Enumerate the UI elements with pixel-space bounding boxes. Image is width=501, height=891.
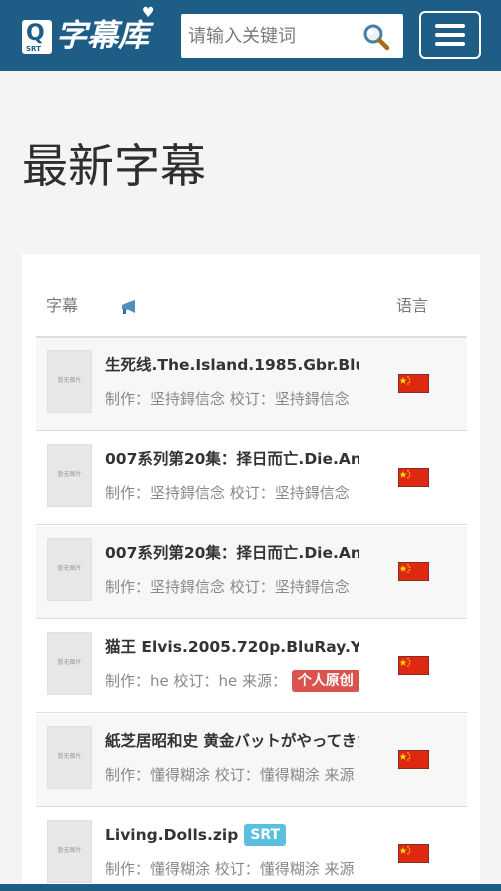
china-flag-icon <box>398 562 429 581</box>
thumbnail-placeholder: 暂无图片 <box>47 444 92 507</box>
china-flag-icon <box>398 844 429 863</box>
china-flag-icon <box>398 750 429 769</box>
subtitle-title-link[interactable]: Living.Dolls.zip <box>105 826 238 844</box>
subtitle-title-link[interactable]: 猫王 Elvis.2005.720p.BluRay.YTS. <box>105 636 359 658</box>
search-input[interactable] <box>181 14 357 58</box>
hamburger-icon <box>435 42 465 46</box>
table-row[interactable]: 暂无图片 猫王 Elvis.2005.720p.BluRay.YTS. 制作：h… <box>36 620 467 713</box>
subtitle-cell: Living.Dolls.zip SRT 制作：懂得糊涂 校订：懂得糊涂 来源 <box>105 820 359 890</box>
table-row[interactable]: 暂无图片 007系列第20集：择日而亡.Die.Another 制作：坚持鍀信念… <box>36 526 467 619</box>
table-row[interactable]: 暂无图片 生死线.The.Island.1985.Gbr.BluRay 制作：坚… <box>36 338 467 431</box>
original-badge: 个人原创 <box>291 670 359 692</box>
site-logo[interactable]: Q SRT 字幕库 ♥ <box>22 6 162 58</box>
china-flag-icon <box>398 374 429 393</box>
thumbnail-placeholder: 暂无图片 <box>47 632 92 695</box>
subtitle-title-link[interactable]: 007系列第20集：择日而亡.Die.Another <box>105 542 359 564</box>
top-navbar: Q SRT 字幕库 ♥ <box>0 0 501 71</box>
subtitle-table: 字幕 语言 暂无图片 生死线.The.Island.1985.Gbr.BluRa… <box>22 254 480 891</box>
logo-letter: Q <box>26 21 45 46</box>
megaphone-icon <box>120 298 138 316</box>
logo-text: 字幕库 <box>56 18 149 54</box>
subtitle-title-link[interactable]: 生死线.The.Island.1985.Gbr.BluRay <box>105 354 359 376</box>
logo-badge: Q SRT <box>22 20 52 54</box>
subtitle-title-link[interactable]: 007系列第20集：择日而亡.Die.Another <box>105 448 359 470</box>
subtitle-meta: 制作：坚持鍀信念 校订：坚持鍀信念 <box>105 484 350 502</box>
subtitle-title-link[interactable]: 紙芝居昭和史 黄金バットがやってきた <box>105 730 359 752</box>
subtitle-cell: 紙芝居昭和史 黄金バットがやってきた 制作：懂得糊涂 校订：懂得糊涂 来源 <box>105 726 359 796</box>
table-row[interactable]: 暂无图片 007系列第20集：择日而亡.Die.Another 制作：坚持鍀信念… <box>36 432 467 525</box>
format-badge: SRT <box>244 824 287 846</box>
table-row[interactable]: 暂无图片 Living.Dolls.zip SRT 制作：懂得糊涂 校订：懂得糊涂… <box>36 808 467 891</box>
search-box <box>181 14 403 58</box>
china-flag-icon <box>398 656 429 675</box>
logo-srt-label: SRT <box>26 45 41 53</box>
subtitle-cell: 007系列第20集：择日而亡.Die.Another 制作：坚持鍀信念 校订：坚… <box>105 444 359 514</box>
page-title: 最新字幕 <box>22 139 206 193</box>
hamburger-icon <box>435 33 465 37</box>
thumbnail-placeholder: 暂无图片 <box>47 538 92 601</box>
search-icon[interactable] <box>361 22 391 52</box>
subtitle-meta: 制作：懂得糊涂 校订：懂得糊涂 来源 <box>105 766 355 784</box>
subtitle-meta: 制作：he 校订：he 来源： 个人原创 <box>105 670 359 692</box>
thumbnail-placeholder: 暂无图片 <box>47 350 92 413</box>
table-header: 字幕 语言 <box>36 254 467 338</box>
table-row[interactable]: 暂无图片 紙芝居昭和史 黄金バットがやってきた 制作：懂得糊涂 校订：懂得糊涂 … <box>36 714 467 807</box>
subtitle-meta: 制作：坚持鍀信念 校订：坚持鍀信念 <box>105 578 350 596</box>
china-flag-icon <box>398 468 429 487</box>
subtitle-meta: 制作：坚持鍀信念 校订：坚持鍀信念 <box>105 390 350 408</box>
menu-button[interactable] <box>419 11 481 59</box>
bottom-edge <box>0 884 501 891</box>
subtitle-cell: 007系列第20集：择日而亡.Die.Another 制作：坚持鍀信念 校订：坚… <box>105 538 359 608</box>
column-header-subtitle: 字幕 <box>46 296 79 315</box>
thumbnail-placeholder: 暂无图片 <box>47 820 92 883</box>
column-header-language: 语言 <box>396 296 429 315</box>
hamburger-icon <box>435 24 465 28</box>
heart-icon: ♥ <box>142 5 155 21</box>
thumbnail-placeholder: 暂无图片 <box>47 726 92 789</box>
subtitle-cell: 猫王 Elvis.2005.720p.BluRay.YTS. 制作：he 校订：… <box>105 632 359 702</box>
subtitle-meta: 制作：懂得糊涂 校订：懂得糊涂 来源 <box>105 860 355 878</box>
subtitle-cell: 生死线.The.Island.1985.Gbr.BluRay 制作：坚持鍀信念 … <box>105 350 359 420</box>
